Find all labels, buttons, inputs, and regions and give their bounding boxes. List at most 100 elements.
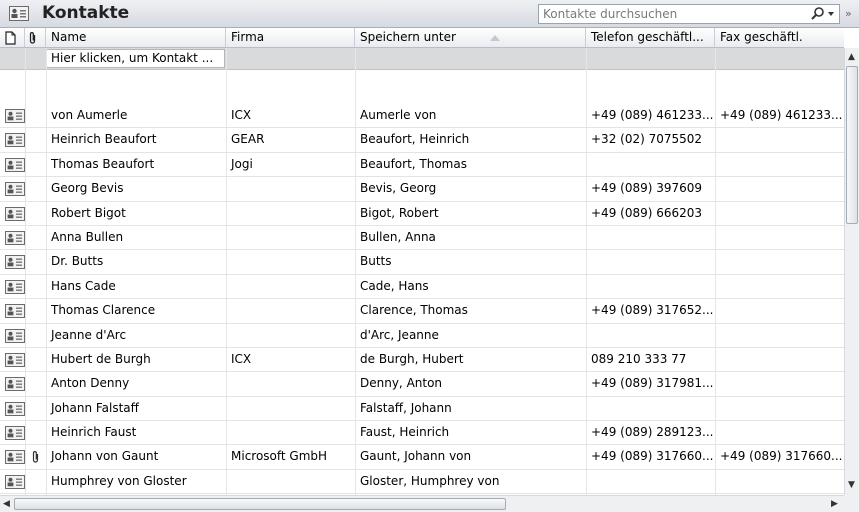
cell-fax	[715, 372, 844, 395]
cell-company: GEAR	[231, 132, 265, 147]
cell-company	[226, 177, 355, 200]
cell-name: Robert Bigot	[51, 205, 126, 220]
cell-company	[226, 299, 355, 322]
magnifier-icon[interactable]	[809, 6, 837, 22]
table-row[interactable]: Johann von Gaunt Microsoft GmbH Gaunt, Joh…	[0, 445, 844, 470]
cell-fax: +49 (089) 317660...	[720, 449, 843, 464]
cell-phone	[586, 470, 715, 493]
scroll-down-icon[interactable]: ▼	[848, 480, 855, 490]
blank-area	[0, 70, 844, 104]
table-row[interactable]: Thomas Beaufort Jogi Beaufort, Thomas	[0, 153, 844, 178]
column-header: Name Firma Speichern unter Telefon gesch…	[0, 28, 844, 48]
cell-file-as: d'Arc, Jeanne	[360, 327, 439, 342]
table-row[interactable]: Anton Denny Denny, Anton +49 (089) 317981.…	[0, 372, 844, 397]
page-title: Kontakte	[42, 3, 130, 23]
cell-company	[226, 226, 355, 249]
cell-company	[226, 470, 355, 493]
cell-phone: +49 (089) 397609	[591, 181, 703, 196]
column-header-attachment[interactable]	[25, 28, 46, 47]
table-row[interactable]: Heinrich Faust Faust, Heinrich +49 (089) 2…	[0, 421, 844, 446]
column-label: Name	[51, 30, 87, 44]
cell-company: ICX	[231, 351, 252, 366]
cell-phone: 089 210 333 77	[591, 351, 687, 366]
table-row[interactable]: Hans Cade Cade, Hans	[0, 275, 844, 300]
contact-card-icon	[5, 109, 25, 123]
horizontal-scrollbar[interactable]: ◀ ▶	[0, 495, 844, 512]
column-header-file-as[interactable]: Speichern unter	[355, 28, 586, 47]
cell-fax	[715, 470, 844, 493]
table-row[interactable]: Johann Falstaff Falstaff, Johann	[0, 397, 844, 422]
cell-name: Anton Denny	[51, 376, 130, 391]
paperclip-icon	[29, 32, 36, 44]
scroll-right-icon[interactable]: ▶	[831, 499, 838, 509]
search-box[interactable]	[538, 4, 840, 24]
table-row[interactable]: Hubert de Burgh ICX de Burgh, Hubert 089 21…	[0, 348, 844, 373]
contact-card-icon	[5, 157, 25, 172]
scroll-left-icon[interactable]: ◀	[3, 499, 10, 509]
column-label: Telefon geschäftl...	[591, 30, 704, 44]
cell-name: Thomas Clarence	[51, 303, 156, 318]
contact-card-icon	[5, 426, 25, 441]
table-row[interactable]: Heinrich Beaufort GEAR Beaufort, Heinrich +…	[0, 128, 844, 153]
cell-name: von Aumerle	[51, 108, 128, 122]
cell-fax	[715, 324, 844, 347]
contact-card-icon	[5, 401, 25, 416]
cell-file-as: Bigot, Robert	[360, 205, 439, 220]
table-row[interactable]: Anna Bullen Bullen, Anna	[0, 226, 844, 251]
new-item-row[interactable]: Hier klicken, um Kontakt ...	[0, 48, 844, 70]
cell-name: Hubert de Burgh	[51, 351, 151, 366]
cell-phone: +49 (089) 317660...	[591, 449, 714, 464]
cell-company	[226, 202, 355, 225]
contact-card-icon	[9, 6, 29, 21]
table-row[interactable]: Robert Bigot Bigot, Robert +49 (089) 66620…	[0, 202, 844, 226]
cell-file-as: Butts	[360, 254, 392, 269]
column-header-name[interactable]: Name	[46, 28, 226, 47]
double-chevron-icon[interactable]: »	[845, 7, 857, 21]
cell-file-as: Bevis, Georg	[360, 181, 437, 196]
cell-name: Humphrey von Gloster	[51, 473, 187, 488]
cell-fax	[715, 348, 844, 371]
cell-name: Heinrich Beaufort	[51, 132, 157, 147]
column-header-phone[interactable]: Telefon geschäftl...	[586, 28, 715, 47]
table-row[interactable]: Dr. Butts Butts	[0, 250, 844, 275]
column-header-fax[interactable]: Fax geschäftl.	[715, 28, 844, 47]
paperclip-icon	[32, 451, 39, 464]
cell-file-as: Gaunt, Johann von	[360, 449, 472, 464]
cell-company	[226, 275, 355, 298]
table-row[interactable]: Jeanne d'Arc d'Arc, Jeanne	[0, 324, 844, 348]
cell-company	[226, 324, 355, 347]
new-contact-input[interactable]: Hier klicken, um Kontakt ...	[46, 49, 225, 68]
cell-fax	[715, 202, 844, 225]
contact-card-icon	[5, 133, 25, 148]
scrollbar-corner	[844, 495, 859, 512]
cell-file-as: Falstaff, Johann	[360, 400, 452, 415]
contact-card-icon	[5, 352, 25, 367]
search-input[interactable]	[543, 6, 773, 22]
cell-name: Dr. Butts	[51, 254, 104, 269]
horizontal-scroll-thumb[interactable]	[14, 498, 506, 510]
scroll-up-icon[interactable]: ▲	[848, 52, 855, 62]
cell-fax	[715, 177, 844, 200]
contact-card-icon	[5, 279, 25, 294]
cell-fax	[715, 299, 844, 322]
column-header-type[interactable]	[0, 28, 25, 47]
contact-card-icon	[5, 450, 25, 465]
table-row[interactable]: Georg Bevis Bevis, Georg +49 (089) 397609	[0, 177, 844, 202]
table-row[interactable]: Thomas Clarence Clarence, Thomas +49 (089)…	[0, 299, 844, 324]
contact-card-icon	[5, 182, 25, 197]
table-row[interactable]: von Aumerle ICX Aumerle von +49 (089) 46123…	[0, 104, 844, 129]
table-row[interactable]: Humphrey von Gloster Gloster, Humphrey vo…	[0, 470, 844, 495]
cell-phone	[586, 250, 715, 273]
contact-list: von Aumerle ICX Aumerle von +49 (089) 46123…	[0, 104, 844, 495]
vertical-scrollbar[interactable]: ▲ ▼	[844, 48, 859, 495]
cell-name: Thomas Beaufort	[51, 156, 155, 171]
vertical-scroll-thumb[interactable]	[846, 66, 858, 224]
cell-phone: +49 (089) 317981...	[591, 376, 714, 391]
cell-company: Jogi	[231, 156, 253, 171]
page-icon	[5, 31, 16, 45]
column-header-company[interactable]: Firma	[226, 28, 355, 47]
contact-card-icon	[5, 255, 25, 270]
cell-file-as: Cade, Hans	[360, 278, 429, 293]
cell-phone	[586, 275, 715, 298]
cell-fax	[715, 128, 844, 151]
